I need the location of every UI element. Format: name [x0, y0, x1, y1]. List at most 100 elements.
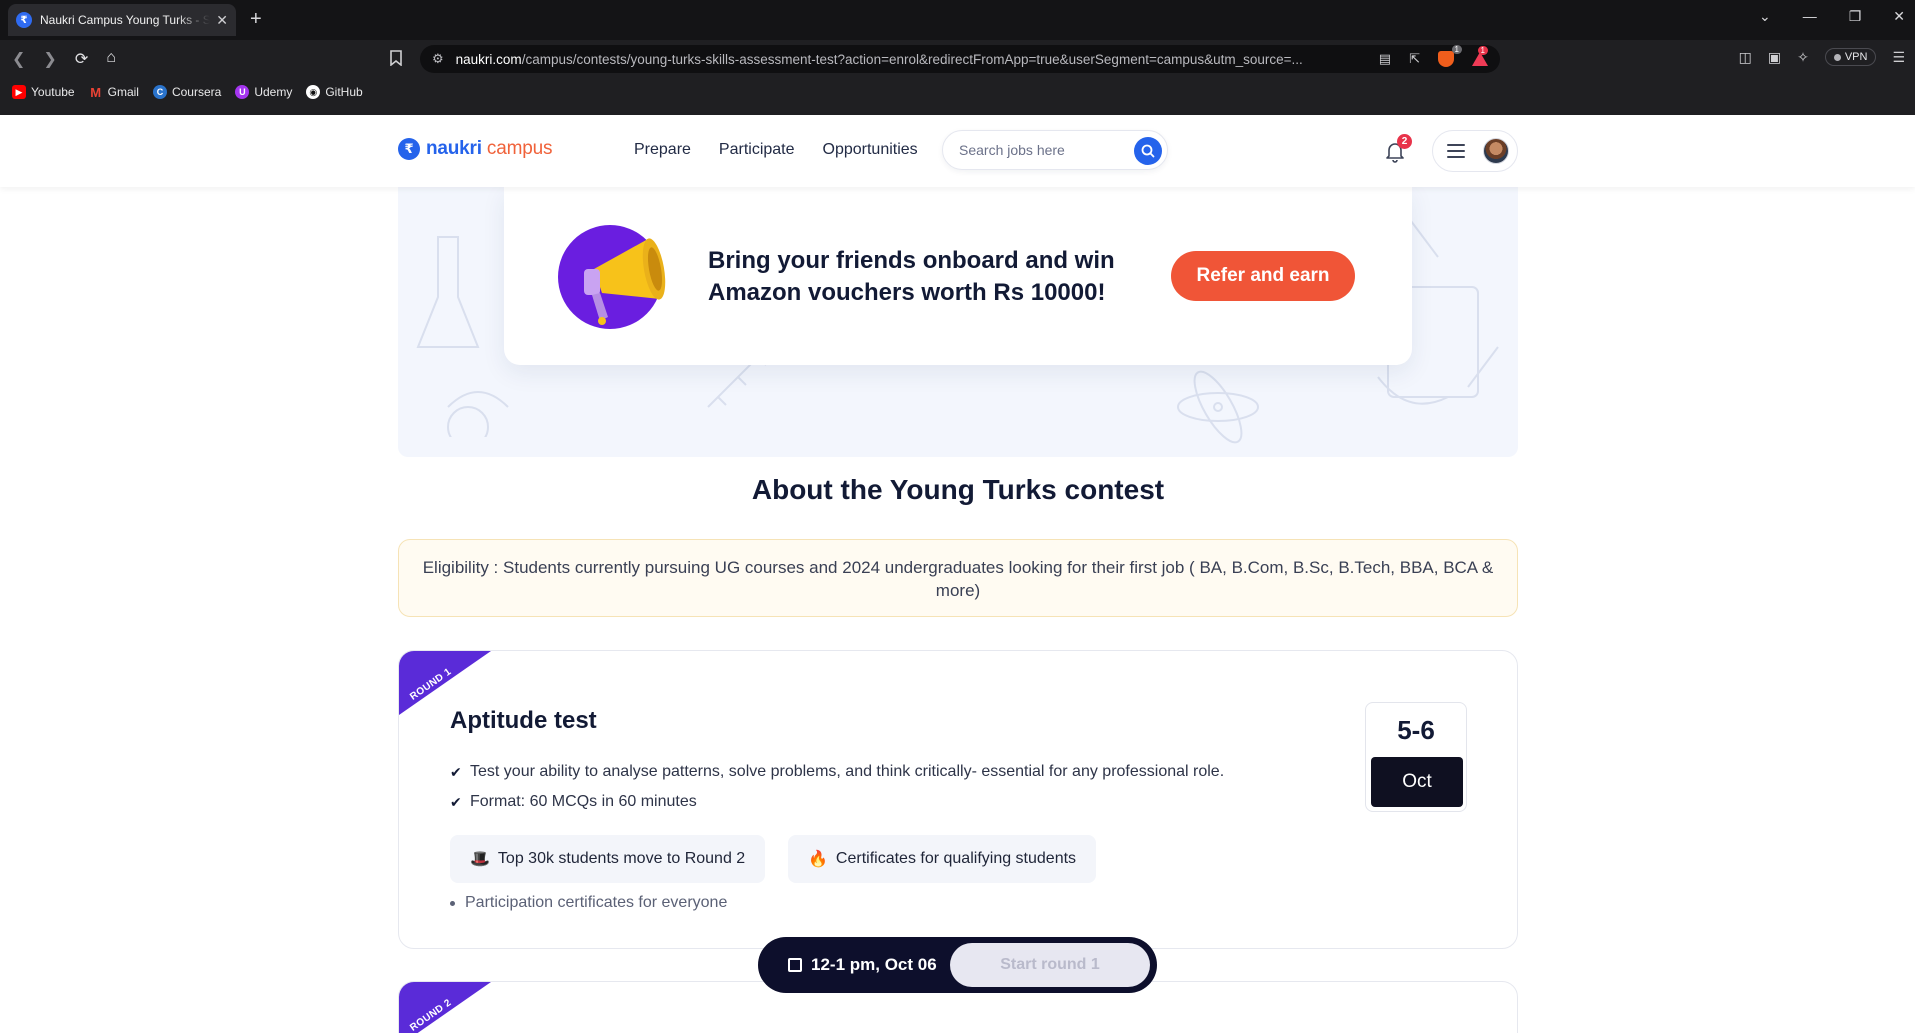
- date-month: Oct: [1371, 757, 1463, 807]
- tab-search-chevron-icon[interactable]: ⌄: [1759, 8, 1771, 25]
- rewards-count-badge: 1: [1477, 46, 1488, 55]
- ribbon-shape: [399, 651, 491, 715]
- bookmark-coursera[interactable]: C Coursera: [152, 85, 222, 99]
- sidebar-toggle-icon[interactable]: ◫: [1739, 49, 1752, 66]
- round-ribbon: ROUND 2: [399, 982, 499, 1033]
- referral-line-1: Bring your friends onboard and win: [708, 247, 1115, 274]
- bullet-dot: [450, 900, 455, 906]
- tab-close-icon[interactable]: ✕: [216, 12, 228, 29]
- browser-right-tools: ◫ ▣ ✧ VPN ☰: [1739, 48, 1905, 66]
- browser-toolbar: ❮ ❯ ⟳ ⌂ ⚙ naukri.com/campus/contests/you…: [0, 40, 1915, 78]
- referral-card: Bring your friends onboard and win Amazo…: [504, 187, 1412, 365]
- reader-mode-icon[interactable]: ▤: [1379, 51, 1391, 67]
- new-tab-icon[interactable]: +: [250, 8, 262, 30]
- date-days: 5-6: [1397, 715, 1435, 745]
- megaphone-icon: [558, 225, 666, 329]
- calendar-icon: [788, 958, 802, 972]
- job-search-box: [942, 130, 1168, 170]
- perk-label: Certificates for qualifying students: [835, 850, 1077, 867]
- fire-icon: 🔥: [808, 851, 828, 868]
- browser-chrome: ₹ Naukri Campus Young Turks - S ✕ + ⌄ — …: [0, 0, 1915, 115]
- nav-opportunities[interactable]: Opportunities: [823, 141, 918, 159]
- youtube-icon: ▶: [12, 85, 26, 99]
- round-date-card: 5-6 Oct: [1365, 702, 1467, 812]
- bookmarks-bar: ▶ Youtube M Gmail C Coursera U Udemy ◉ G…: [12, 84, 363, 100]
- back-icon[interactable]: ❮: [12, 49, 25, 69]
- bookmark-page-icon[interactable]: [390, 50, 402, 71]
- restore-icon[interactable]: ❐: [1849, 8, 1862, 25]
- nav-buttons: ❮ ❯ ⟳ ⌂: [12, 49, 116, 69]
- referral-message: Bring your friends onboard and win Amazo…: [708, 245, 1128, 309]
- bookmark-label: GitHub: [325, 85, 363, 99]
- perk-certificates: 🔥 Certificates for qualifying students: [788, 835, 1097, 883]
- list-item: ✔ Test your ability to analyse patterns, …: [450, 757, 1224, 787]
- minimize-icon[interactable]: —: [1803, 8, 1817, 25]
- bookmark-label: Udemy: [254, 85, 293, 99]
- reload-icon[interactable]: ⟳: [75, 49, 88, 69]
- nav-prepare[interactable]: Prepare: [634, 141, 691, 159]
- start-round-bar: 12-1 pm, Oct 06 Start round 1: [758, 937, 1157, 993]
- participation-note: Participation certificates for everyone: [450, 894, 727, 912]
- check-icon: ✔: [450, 794, 462, 810]
- logo-sub: campus: [486, 138, 553, 159]
- hamburger-menu-icon: [1447, 144, 1465, 158]
- address-bar[interactable]: ⚙ naukri.com/campus/contests/young-turks…: [420, 45, 1500, 73]
- perk-top-students: 🎩 Top 30k students move to Round 2: [450, 835, 766, 883]
- search-button[interactable]: [1134, 137, 1162, 165]
- perk-label: Top 30k students move to Round 2: [497, 850, 746, 867]
- address-bar-actions: ▤ ⇱ 1 1: [1379, 45, 1488, 67]
- url-path: /campus/contests/young-turks-skills-asse…: [521, 51, 1303, 67]
- check-icon: ✔: [450, 764, 462, 780]
- top-hat-icon: 🎩: [470, 851, 490, 868]
- job-search-input[interactable]: [959, 142, 1119, 158]
- bookmark-github[interactable]: ◉ GitHub: [306, 85, 363, 99]
- site-header: ₹ naukri campus Prepare Participate Oppo…: [0, 115, 1915, 187]
- bookmark-udemy[interactable]: U Udemy: [235, 85, 292, 99]
- browser-tab-active[interactable]: ₹ Naukri Campus Young Turks - S ✕: [8, 4, 236, 36]
- brave-rewards-icon[interactable]: 1: [1472, 46, 1488, 66]
- brave-shields-icon[interactable]: 1: [1438, 45, 1462, 67]
- url-domain: naukri.com: [455, 51, 522, 67]
- logo-text: naukri campus: [426, 138, 552, 160]
- round-details-list: ✔ Test your ability to analyse patterns, …: [450, 757, 1224, 817]
- nav-participate[interactable]: Participate: [719, 141, 795, 159]
- search-icon: [1141, 144, 1155, 158]
- naukri-campus-logo[interactable]: ₹ naukri campus: [398, 138, 552, 160]
- bookmark-label: Youtube: [31, 85, 75, 99]
- tab-strip: ₹ Naukri Campus Young Turks - S ✕ + ⌄ — …: [0, 0, 1915, 40]
- close-window-icon[interactable]: ✕: [1893, 8, 1905, 25]
- udemy-icon: U: [235, 85, 250, 99]
- browser-menu-icon[interactable]: ☰: [1892, 49, 1905, 66]
- bookmark-gmail[interactable]: M Gmail: [89, 84, 139, 100]
- vpn-status-icon: [1833, 53, 1841, 61]
- leo-ai-icon[interactable]: ✧: [1797, 49, 1809, 66]
- vpn-label: VPN: [1844, 51, 1868, 63]
- naukri-favicon-icon: ₹: [16, 12, 32, 28]
- gmail-icon: M: [90, 84, 102, 100]
- github-icon: ◉: [306, 85, 321, 99]
- share-icon[interactable]: ⇱: [1409, 51, 1420, 67]
- window-controls: ⌄ — ❐ ✕: [1759, 8, 1905, 25]
- main-nav: Prepare Participate Opportunities: [634, 141, 918, 159]
- profile-menu-button[interactable]: [1432, 130, 1518, 172]
- about-contest-heading: About the Young Turks contest: [751, 474, 1165, 505]
- list-item: ✔ Format: 60 MCQs in 60 minutes: [450, 787, 1224, 817]
- coursera-icon: C: [152, 85, 167, 99]
- home-icon[interactable]: ⌂: [106, 49, 116, 69]
- shields-count-badge: 1: [1451, 45, 1462, 54]
- vpn-button[interactable]: VPN: [1824, 48, 1877, 66]
- refer-and-earn-button[interactable]: Refer and earn: [1171, 251, 1355, 301]
- user-avatar: [1483, 138, 1509, 164]
- site-settings-icon[interactable]: ⚙: [432, 51, 444, 67]
- url-text[interactable]: naukri.com/campus/contests/young-turks-s…: [456, 52, 1367, 67]
- bookmark-label: Gmail: [107, 85, 139, 99]
- tab-title: Naukri Campus Young Turks - S: [40, 13, 211, 27]
- list-item-text: Format: 60 MCQs in 60 minutes: [470, 793, 697, 810]
- logo-brand: naukri: [426, 138, 482, 159]
- bookmark-youtube[interactable]: ▶ Youtube: [12, 85, 75, 99]
- wallet-icon[interactable]: ▣: [1768, 49, 1781, 66]
- forward-icon[interactable]: ❯: [43, 49, 56, 69]
- start-round-button[interactable]: Start round 1: [950, 943, 1150, 987]
- bookmark-label: Coursera: [171, 85, 222, 99]
- list-item-text: Test your ability to analyse patterns, s…: [470, 763, 1225, 780]
